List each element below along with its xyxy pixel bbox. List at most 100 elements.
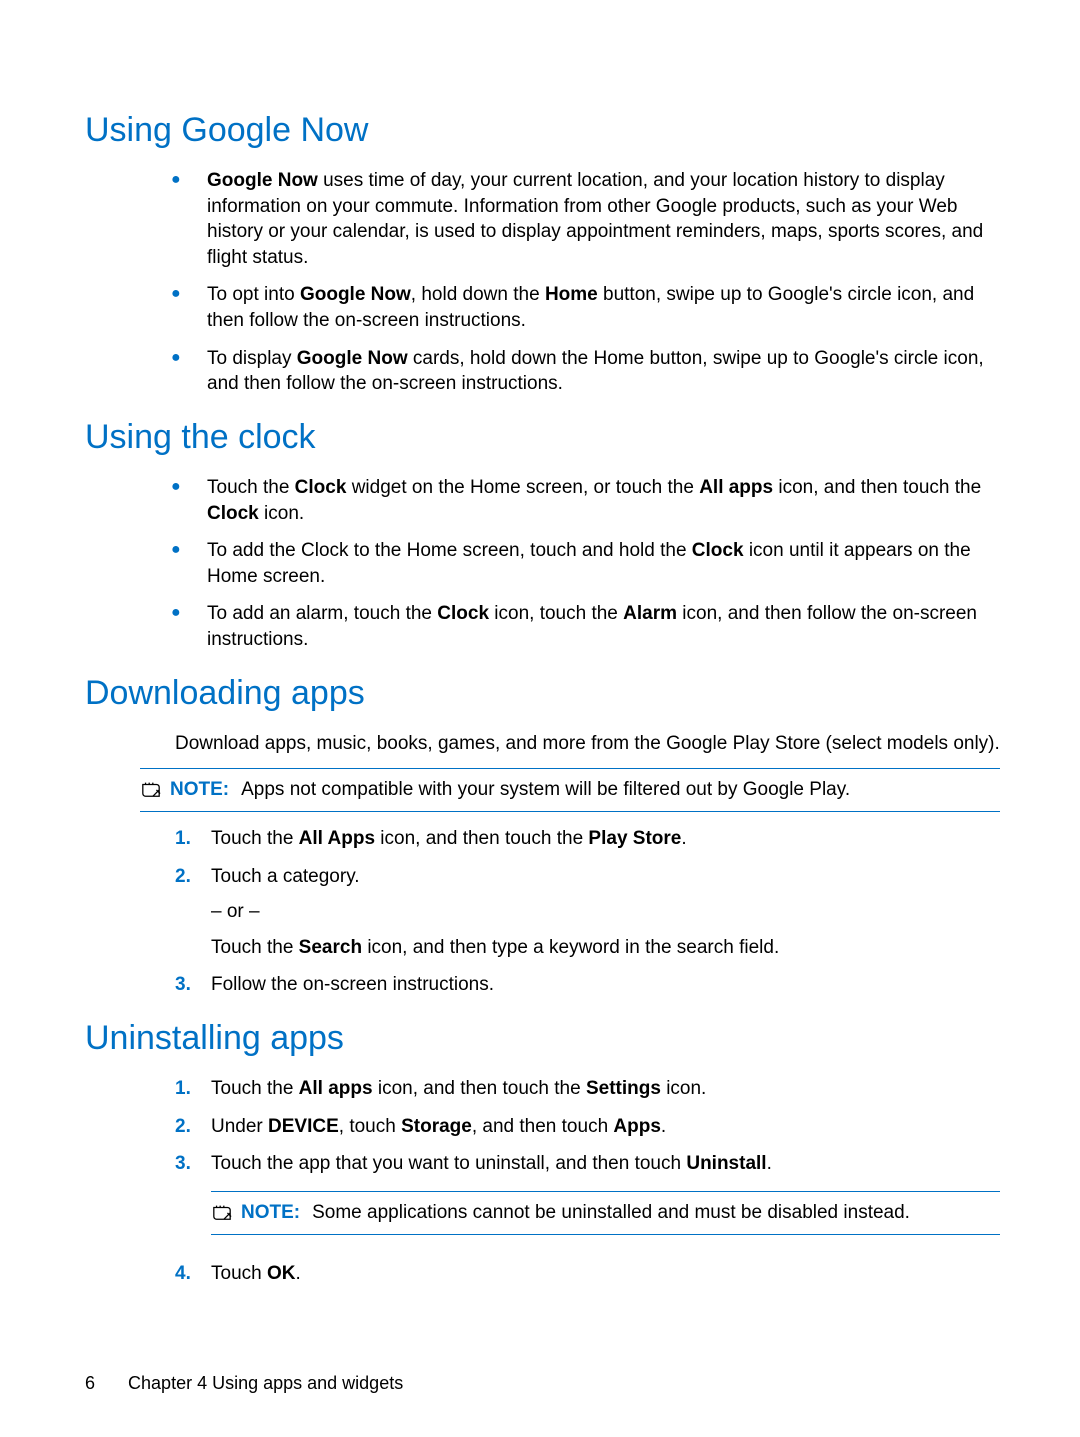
list-item-text: To display Google Now cards, hold down t…	[189, 346, 1000, 397]
text-run: icon.	[661, 1078, 706, 1099]
text-run: .	[681, 828, 686, 849]
list-item: ● Touch the Clock widget on the Home scr…	[175, 475, 1000, 526]
bullet-icon: ●	[171, 168, 189, 192]
heading-using-google-now: Using Google Now	[85, 108, 1000, 154]
text-run: Touch the app that you want to uninstall…	[211, 1153, 686, 1174]
uninstalling-steps: 1. Touch the All apps icon, and then tou…	[175, 1076, 1000, 1286]
bold-text: Clock	[437, 603, 489, 624]
note-box: NOTE: Some applications cannot be uninst…	[211, 1191, 1000, 1235]
text-run: Touch the	[211, 1078, 299, 1099]
chapter-title: Chapter 4 Using apps and widgets	[128, 1373, 403, 1393]
text-run: Under	[211, 1116, 268, 1137]
bold-text: All apps	[699, 477, 773, 498]
step-subtext: Touch the Search icon, and then type a k…	[211, 935, 1000, 961]
text-run: uses time of day, your current location,…	[207, 170, 983, 268]
bullet-icon: ●	[171, 601, 189, 625]
list-item-text: To opt into Google Now, hold down the Ho…	[189, 282, 1000, 333]
text-run: To add the Clock to the Home screen, tou…	[207, 540, 692, 561]
bold-text: Home	[545, 284, 598, 305]
bold-text: Apps	[613, 1116, 661, 1137]
text-run: To add an alarm, touch the	[207, 603, 437, 624]
downloading-content: Download apps, music, books, games, and …	[175, 731, 1000, 757]
downloading-steps: 1. Touch the All Apps icon, and then tou…	[175, 826, 1000, 998]
text-run: Touch a category.	[211, 866, 360, 887]
note-icon	[140, 779, 162, 799]
list-item: 4. Touch OK.	[175, 1261, 1000, 1287]
list-item: ● To add the Clock to the Home screen, t…	[175, 538, 1000, 589]
list-item-text: Touch the app that you want to uninstall…	[199, 1151, 1000, 1248]
bold-text: Search	[299, 937, 362, 958]
bold-text: Clock	[692, 540, 744, 561]
step-number: 1.	[175, 826, 199, 852]
text-run: Touch the	[211, 937, 299, 958]
bold-text: Alarm	[623, 603, 677, 624]
text-run: icon, and then type a keyword in the sea…	[362, 937, 779, 958]
text-run: To display	[207, 348, 297, 369]
list-item: 1. Touch the All Apps icon, and then tou…	[175, 826, 1000, 852]
list-item-text: Touch OK.	[199, 1261, 1000, 1287]
page-number: 6	[85, 1373, 95, 1393]
bullet-icon: ●	[171, 475, 189, 499]
clock-bullets: ● Touch the Clock widget on the Home scr…	[175, 475, 1000, 653]
list-item-text: Touch a category. – or – Touch the Searc…	[199, 864, 1000, 961]
text-run: .	[295, 1263, 300, 1284]
downloading-intro: Download apps, music, books, games, and …	[175, 731, 1000, 757]
list-item-text: To add an alarm, touch the Clock icon, t…	[189, 601, 1000, 652]
step-number: 3.	[175, 972, 199, 998]
list-item-text: To add the Clock to the Home screen, tou…	[189, 538, 1000, 589]
heading-uninstalling-apps: Uninstalling apps	[85, 1016, 1000, 1062]
note-box: NOTE: Apps not compatible with your syst…	[140, 768, 1000, 812]
bold-text: Clock	[207, 503, 259, 524]
step-number: 1.	[175, 1076, 199, 1102]
list-item: 2. Under DEVICE, touch Storage, and then…	[175, 1114, 1000, 1140]
bullet-icon: ●	[171, 346, 189, 370]
bold-text: Storage	[401, 1116, 472, 1137]
list-item: 2. Touch a category. – or – Touch the Se…	[175, 864, 1000, 961]
text-run: icon.	[259, 503, 304, 524]
heading-using-the-clock: Using the clock	[85, 415, 1000, 461]
list-item: ● To display Google Now cards, hold down…	[175, 346, 1000, 397]
list-item: ● Google Now uses time of day, your curr…	[175, 168, 1000, 271]
note-label: NOTE:	[241, 1200, 300, 1226]
list-item: 1. Touch the All apps icon, and then tou…	[175, 1076, 1000, 1102]
list-item-text: Touch the Clock widget on the Home scree…	[189, 475, 1000, 526]
note-text: Some applications cannot be uninstalled …	[312, 1200, 1000, 1226]
text-run: , touch	[339, 1116, 401, 1137]
list-item: 3. Follow the on-screen instructions.	[175, 972, 1000, 998]
bold-text: Settings	[586, 1078, 661, 1099]
list-item-text: Under DEVICE, touch Storage, and then to…	[199, 1114, 1000, 1140]
bold-text: Clock	[295, 477, 347, 498]
bold-text: DEVICE	[268, 1116, 339, 1137]
text-run: icon, and then touch the	[373, 1078, 586, 1099]
bold-text: Play Store	[588, 828, 681, 849]
bold-text: Google Now	[297, 348, 408, 369]
downloading-note: NOTE: Apps not compatible with your syst…	[140, 768, 1000, 812]
heading-downloading-apps: Downloading apps	[85, 671, 1000, 717]
page-footer: 6 Chapter 4 Using apps and widgets	[85, 1371, 403, 1395]
bullet-icon: ●	[171, 282, 189, 306]
list-item-text: Google Now uses time of day, your curren…	[189, 168, 1000, 271]
bold-text: Uninstall	[686, 1153, 766, 1174]
text-run: , hold down the	[411, 284, 545, 305]
text-run: icon, and then touch the	[375, 828, 588, 849]
text-run: icon, touch the	[489, 603, 623, 624]
text-run: Touch the	[207, 477, 295, 498]
list-item-text: Touch the All Apps icon, and then touch …	[199, 826, 1000, 852]
bold-text: Google Now	[207, 170, 318, 191]
list-item-text: Touch the All apps icon, and then touch …	[199, 1076, 1000, 1102]
bold-text: OK	[267, 1263, 296, 1284]
google-now-content: ● Google Now uses time of day, your curr…	[175, 168, 1000, 397]
bold-text: All Apps	[299, 828, 375, 849]
text-run: Touch	[211, 1263, 267, 1284]
note-icon	[211, 1202, 233, 1222]
text-run: To opt into	[207, 284, 300, 305]
bullet-icon: ●	[171, 538, 189, 562]
note-label: NOTE:	[170, 777, 229, 803]
step-number: 2.	[175, 864, 199, 890]
step-number: 4.	[175, 1261, 199, 1287]
text-run: , and then touch	[472, 1116, 614, 1137]
text-run: Touch the	[211, 828, 299, 849]
text-run: icon, and then touch the	[773, 477, 981, 498]
list-item: ● To opt into Google Now, hold down the …	[175, 282, 1000, 333]
list-item-text: Follow the on-screen instructions.	[199, 972, 1000, 998]
